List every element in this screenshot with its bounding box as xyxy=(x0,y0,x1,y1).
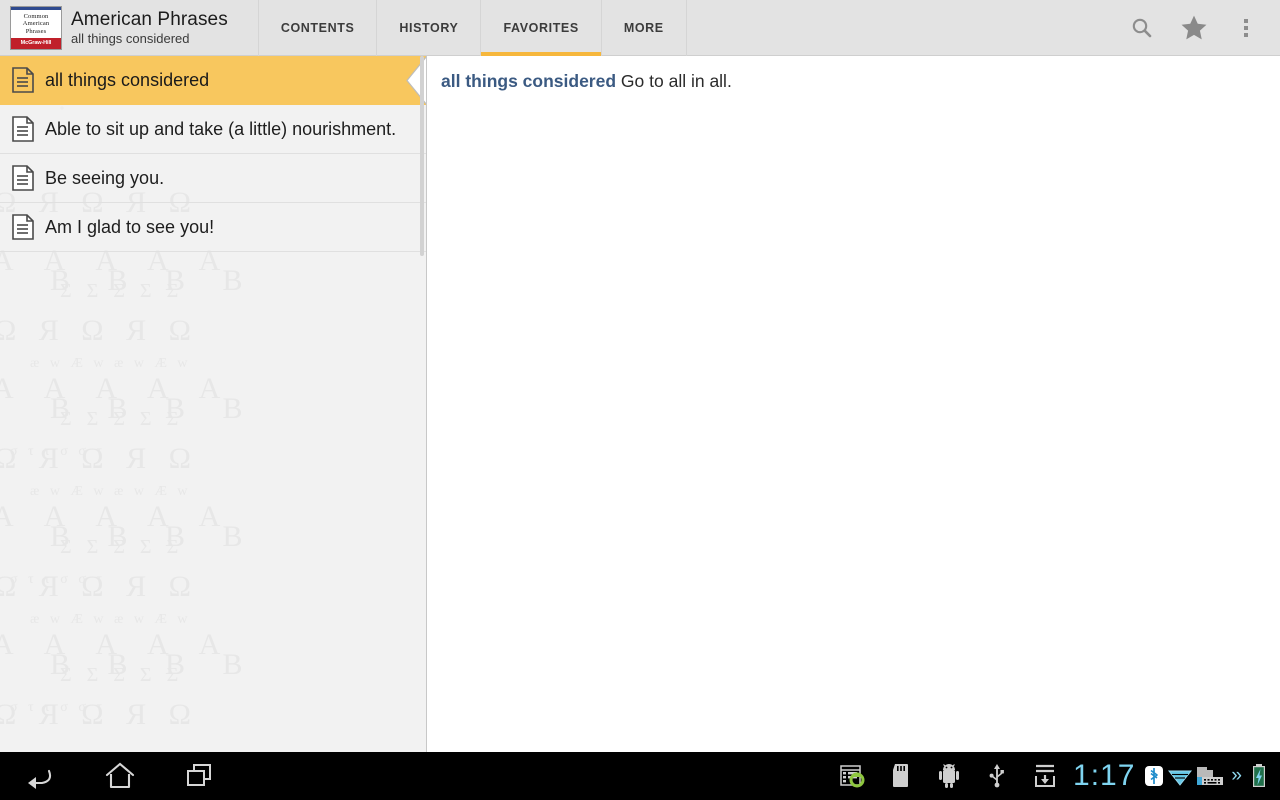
logo-line-1: Common xyxy=(23,12,49,20)
list-item-label: Am I glad to see you! xyxy=(45,217,215,237)
wifi-status[interactable] xyxy=(1167,752,1193,800)
battery-charging-icon xyxy=(1253,764,1265,787)
action-bar: Common American Phrases McGraw-Hill Amer… xyxy=(0,0,1280,56)
list-item[interactable]: Be seeing you. xyxy=(0,154,426,203)
recent-apps-button[interactable] xyxy=(160,752,240,800)
download-status[interactable] xyxy=(1021,752,1069,800)
system-navigation-bar: 1:17 » xyxy=(0,752,1280,800)
action-bar-actions xyxy=(1116,0,1280,56)
phrase-list-pane: Ω Я Ω Я Ω æ w Æ w æ w Æ w A A A A A Σ Σ … xyxy=(0,56,427,752)
keyboard-status[interactable] xyxy=(1193,752,1227,800)
back-button[interactable] xyxy=(0,752,80,800)
logo-line-3: Phrases xyxy=(25,27,47,35)
publisher-banner: McGraw-Hill xyxy=(11,37,61,49)
wifi-icon xyxy=(1168,770,1193,786)
android-robot-icon xyxy=(939,764,960,788)
favorites-star-icon xyxy=(1181,15,1207,40)
list-item[interactable]: Am I glad to see you! xyxy=(0,203,426,252)
bluetooth-status[interactable] xyxy=(1141,752,1167,800)
document-icon xyxy=(12,67,34,93)
document-icon xyxy=(12,165,34,191)
list-item[interactable]: Able to sit up and take (a little) nouri… xyxy=(0,105,426,154)
system-status-tray[interactable]: 1:17 » xyxy=(829,752,1280,800)
phrase-headword: all things considered xyxy=(441,71,617,91)
app-title-block: American Phrases all things considered xyxy=(71,9,228,46)
usb-status[interactable] xyxy=(973,752,1021,800)
android-status[interactable] xyxy=(925,752,973,800)
overflow-menu-button[interactable] xyxy=(1220,0,1272,56)
phrase-definition-block: all things considered Go to all in all. xyxy=(441,68,1264,94)
favorites-button[interactable] xyxy=(1168,0,1220,56)
list-scrollbar[interactable] xyxy=(420,56,424,256)
document-icon xyxy=(12,214,34,240)
app-logo-text: Common American Phrases xyxy=(11,6,61,38)
status-clock[interactable]: 1:17 xyxy=(1069,752,1141,800)
tab-contents[interactable]: CONTENTS xyxy=(257,0,378,56)
home-button[interactable] xyxy=(80,752,160,800)
page-title: American Phrases xyxy=(71,9,228,30)
search-button[interactable] xyxy=(1116,0,1168,56)
usb-icon xyxy=(989,764,1004,788)
list-item-label: all things considered xyxy=(45,70,210,90)
app-root: Common American Phrases McGraw-Hill Amer… xyxy=(0,0,1280,800)
tab-more[interactable]: MORE xyxy=(602,0,687,56)
keyboard-icon xyxy=(1197,767,1224,785)
app-logo: Common American Phrases McGraw-Hill xyxy=(10,5,62,50)
search-icon xyxy=(1132,18,1152,37)
battery-status[interactable] xyxy=(1246,752,1272,800)
tab-more-label: MORE xyxy=(623,20,664,35)
content-area: Ω Я Ω Я Ω æ w Æ w æ w Æ w A A A A A Σ Σ … xyxy=(0,56,1280,752)
system-nav-buttons xyxy=(0,752,240,800)
sd-card-status[interactable] xyxy=(877,752,925,800)
sync-icon xyxy=(840,765,865,788)
list-item-label: Be seeing you. xyxy=(45,168,165,188)
home-icon xyxy=(105,762,135,789)
back-arrow-icon xyxy=(28,769,52,789)
tab-contents-label: CONTENTS xyxy=(280,20,355,35)
list-item-label: Able to sit up and take (a little) nouri… xyxy=(45,119,397,139)
page-subtitle: all things considered xyxy=(71,31,190,46)
tab-favorites[interactable]: FAVORITES xyxy=(481,0,602,56)
list-item[interactable]: all things considered xyxy=(0,56,426,105)
download-icon xyxy=(1035,764,1056,787)
phrase-definition: Go to all in all. xyxy=(620,71,732,91)
logo-line-2: American xyxy=(22,20,50,28)
sd-card-icon xyxy=(893,764,909,787)
tab-favorites-label: FAVORITES xyxy=(503,20,579,35)
recent-apps-icon xyxy=(187,764,211,786)
bluetooth-icon xyxy=(1145,766,1164,786)
tab-history[interactable]: HISTORY xyxy=(377,0,482,56)
tab-bar: CONTENTS HISTORY FAVORITES MORE xyxy=(257,0,687,56)
document-icon xyxy=(12,116,34,142)
overflow-menu-icon xyxy=(1244,18,1248,37)
phrase-detail-pane: all things considered Go to all in all. xyxy=(427,56,1280,752)
phrase-list: all things considered Able to sit up and… xyxy=(0,56,426,252)
sync-status[interactable] xyxy=(829,752,877,800)
more-chevrons-icon[interactable]: » xyxy=(1227,752,1246,800)
tab-history-label: HISTORY xyxy=(399,20,459,35)
